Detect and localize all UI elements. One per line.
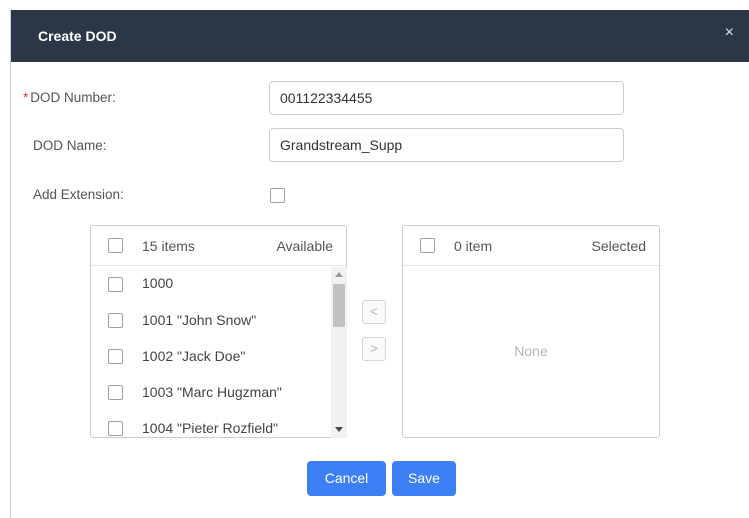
selected-title: Selected	[591, 238, 646, 254]
move-left-button[interactable]: <	[362, 300, 386, 324]
available-list-panel: 15 items Available 1000 1001 "John Snow"…	[90, 225, 347, 438]
add-extension-checkbox[interactable]	[270, 188, 285, 203]
scroll-up-icon[interactable]	[335, 272, 343, 277]
item-label: 1002 "Jack Doe"	[142, 348, 246, 364]
select-all-available-checkbox[interactable]	[108, 238, 123, 253]
cancel-button[interactable]: Cancel	[307, 461, 386, 496]
item-label: 1004 "Pieter Rozfield"	[142, 420, 279, 436]
available-count: 15 items	[142, 238, 195, 254]
scrollbar-thumb[interactable]	[333, 284, 345, 327]
selected-panel-header: 0 item Selected	[403, 226, 659, 266]
dod-name-input[interactable]	[269, 128, 624, 162]
item-label: 1003 "Marc Hugzman"	[142, 384, 282, 400]
close-icon[interactable]: ×	[725, 25, 734, 41]
required-mark: *	[23, 90, 29, 105]
item-label: 1001 "John Snow"	[142, 312, 257, 328]
dod-number-label: * DOD Number:	[23, 90, 116, 105]
add-extension-label: Add Extension:	[33, 187, 124, 202]
selected-list-panel: 0 item Selected None	[402, 225, 660, 438]
move-right-button[interactable]: >	[362, 337, 386, 361]
save-button[interactable]: Save	[392, 461, 456, 496]
dod-name-label: DOD Name:	[33, 138, 107, 153]
item-checkbox[interactable]	[108, 421, 123, 436]
available-title: Available	[276, 238, 333, 254]
scroll-down-icon[interactable]	[335, 427, 343, 432]
dialog-header: Create DOD ×	[11, 10, 749, 62]
empty-placeholder: None	[514, 343, 548, 359]
item-checkbox[interactable]	[108, 349, 123, 364]
available-panel-header: 15 items Available	[91, 226, 346, 266]
item-checkbox[interactable]	[108, 313, 123, 328]
item-checkbox[interactable]	[108, 385, 123, 400]
item-label: 1000	[142, 275, 174, 291]
selected-count: 0 item	[454, 238, 493, 254]
list-item[interactable]: 1004 "Pieter Rozfield"	[91, 416, 331, 437]
select-all-selected-checkbox[interactable]	[420, 238, 435, 253]
item-checkbox[interactable]	[108, 277, 123, 292]
available-scrollbar[interactable]	[331, 267, 347, 438]
dialog-title: Create DOD	[38, 28, 117, 44]
dod-number-input[interactable]	[269, 81, 624, 115]
